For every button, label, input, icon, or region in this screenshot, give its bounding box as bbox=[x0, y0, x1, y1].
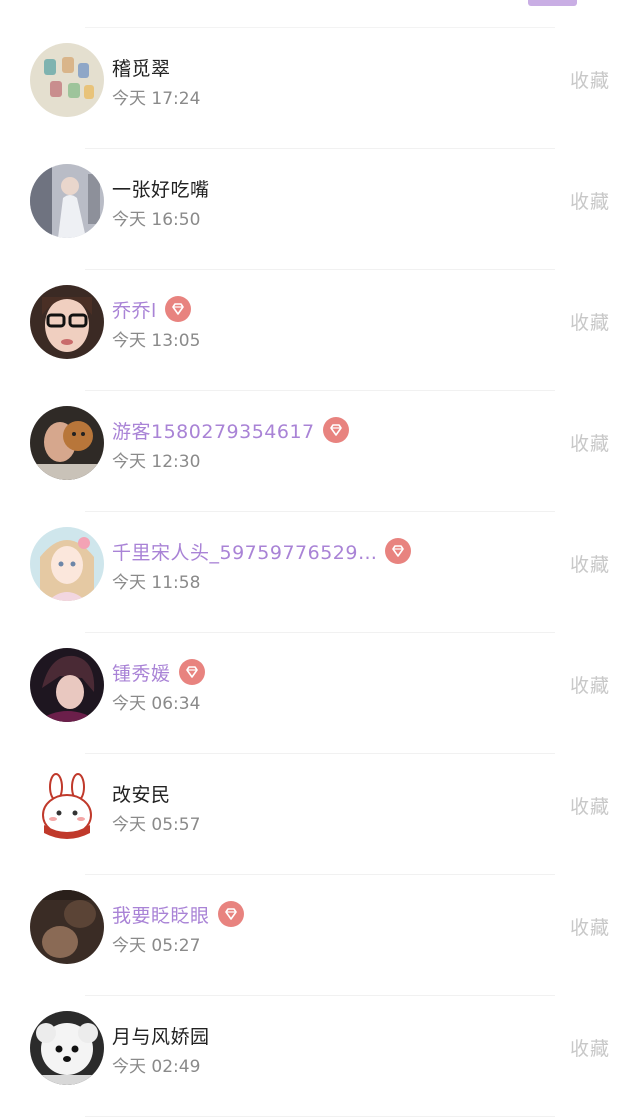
visit-time: 今天 06:34 bbox=[112, 694, 201, 714]
visitor-list: 稽觅翠 今天 17:24 收藏 一张好吃嘴 今天 16:50 收藏 乔乔l 今天… bbox=[0, 28, 640, 1117]
favorite-button[interactable]: 收藏 bbox=[570, 1034, 610, 1061]
user-name: 游客1580279354617 bbox=[112, 420, 315, 443]
avatar[interactable] bbox=[30, 285, 104, 359]
avatar[interactable] bbox=[30, 43, 104, 117]
user-name: 改安民 bbox=[112, 783, 171, 806]
user-name: 稽觅翠 bbox=[112, 57, 171, 80]
favorite-button[interactable]: 收藏 bbox=[570, 550, 610, 577]
visit-time: 今天 05:27 bbox=[112, 936, 201, 956]
list-item[interactable]: 游客1580279354617 今天 12:30 收藏 bbox=[0, 391, 640, 512]
user-name: 千里宋人头_59759776529… bbox=[112, 541, 378, 564]
list-item[interactable]: 锺秀媛 今天 06:34 收藏 bbox=[0, 633, 640, 754]
avatar[interactable] bbox=[30, 527, 104, 601]
avatar[interactable] bbox=[30, 769, 104, 843]
visit-time: 今天 05:57 bbox=[112, 815, 201, 835]
list-item[interactable]: 稽觅翠 今天 17:24 收藏 bbox=[0, 28, 640, 149]
user-name: 乔乔l bbox=[112, 299, 157, 322]
user-name: 我要眨眨眼 bbox=[112, 904, 210, 927]
visit-time: 今天 13:05 bbox=[112, 331, 201, 351]
avatar[interactable] bbox=[30, 1011, 104, 1085]
visit-time: 今天 02:49 bbox=[112, 1057, 201, 1077]
diamond-icon bbox=[217, 901, 244, 927]
avatar[interactable] bbox=[30, 406, 104, 480]
visit-time: 今天 11:58 bbox=[112, 573, 201, 593]
list-item[interactable]: 一张好吃嘴 今天 16:50 收藏 bbox=[0, 149, 640, 270]
diamond-icon bbox=[164, 296, 191, 322]
list-item[interactable]: 乔乔l 今天 13:05 收藏 bbox=[0, 270, 640, 391]
diamond-icon bbox=[322, 417, 349, 443]
list-item[interactable]: 我要眨眨眼 今天 05:27 收藏 bbox=[0, 875, 640, 996]
list-item[interactable]: 千里宋人头_59759776529… 今天 11:58 收藏 bbox=[0, 512, 640, 633]
avatar[interactable] bbox=[30, 890, 104, 964]
favorite-button[interactable]: 收藏 bbox=[570, 66, 610, 93]
favorite-button[interactable]: 收藏 bbox=[570, 429, 610, 456]
tab-indicator bbox=[528, 0, 577, 6]
visit-time: 今天 17:24 bbox=[112, 89, 201, 109]
list-item[interactable]: 改安民 今天 05:57 收藏 bbox=[0, 754, 640, 875]
favorite-button[interactable]: 收藏 bbox=[570, 308, 610, 335]
diamond-icon bbox=[178, 659, 205, 685]
visit-time: 今天 12:30 bbox=[112, 452, 201, 472]
avatar[interactable] bbox=[30, 648, 104, 722]
favorite-button[interactable]: 收藏 bbox=[570, 913, 610, 940]
user-name: 月与风娇园 bbox=[112, 1025, 210, 1048]
favorite-button[interactable]: 收藏 bbox=[570, 792, 610, 819]
favorite-button[interactable]: 收藏 bbox=[570, 671, 610, 698]
favorite-button[interactable]: 收藏 bbox=[570, 187, 610, 214]
visit-time: 今天 16:50 bbox=[112, 210, 201, 230]
user-name: 一张好吃嘴 bbox=[112, 178, 210, 201]
user-name: 锺秀媛 bbox=[112, 662, 171, 685]
diamond-icon bbox=[385, 538, 412, 564]
avatar[interactable] bbox=[30, 164, 104, 238]
list-item[interactable]: 月与风娇园 今天 02:49 收藏 bbox=[0, 996, 640, 1117]
